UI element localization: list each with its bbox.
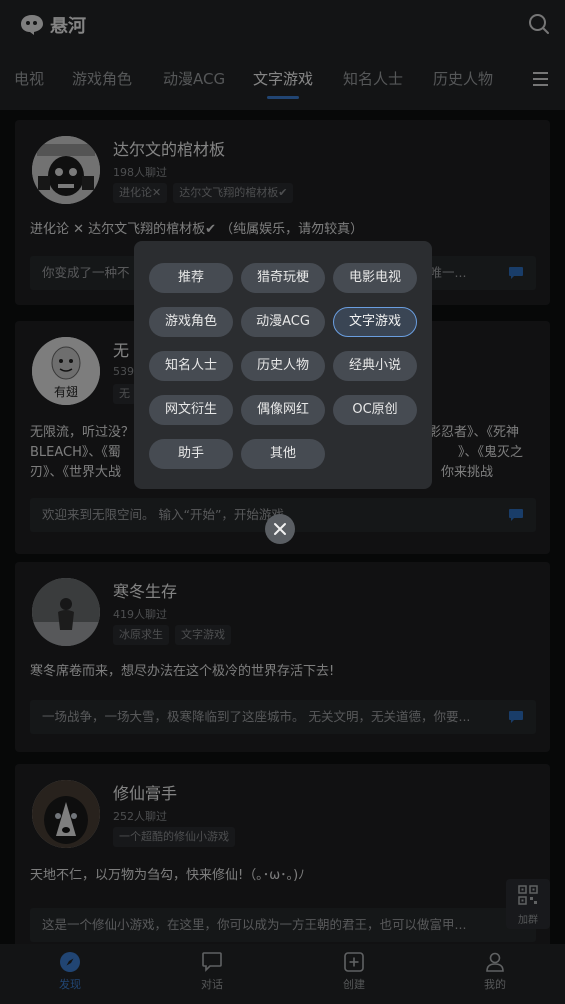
category-chip-idols[interactable]: 偶像网红 [241,395,325,425]
category-chip-historical-figures[interactable]: 历史人物 [241,351,325,381]
category-chip-game-characters[interactable]: 游戏角色 [149,307,233,337]
category-chip-oc-original[interactable]: OC原创 [333,395,417,425]
category-chip-web-fiction[interactable]: 网文衍生 [149,395,233,425]
category-chip-anime-acg[interactable]: 动漫ACG [241,307,325,337]
category-chip-recommended[interactable]: 推荐 [149,263,233,293]
category-picker-modal: 推荐 猎奇玩梗 电影电视 游戏角色 动漫ACG 文字游戏 知名人士 历史人物 经… [134,241,432,489]
category-chip-assistant[interactable]: 助手 [149,439,233,469]
close-icon [274,523,286,535]
category-chip-quirky-memes[interactable]: 猎奇玩梗 [241,263,325,293]
close-modal-button[interactable] [265,514,295,544]
category-chip-other[interactable]: 其他 [241,439,325,469]
modal-backdrop[interactable] [0,0,565,1004]
category-chip-text-games[interactable]: 文字游戏 [333,307,417,337]
category-chip-celebrities[interactable]: 知名人士 [149,351,233,381]
category-chip-classic-novels[interactable]: 经典小说 [333,351,417,381]
category-chip-film-tv[interactable]: 电影电视 [333,263,417,293]
